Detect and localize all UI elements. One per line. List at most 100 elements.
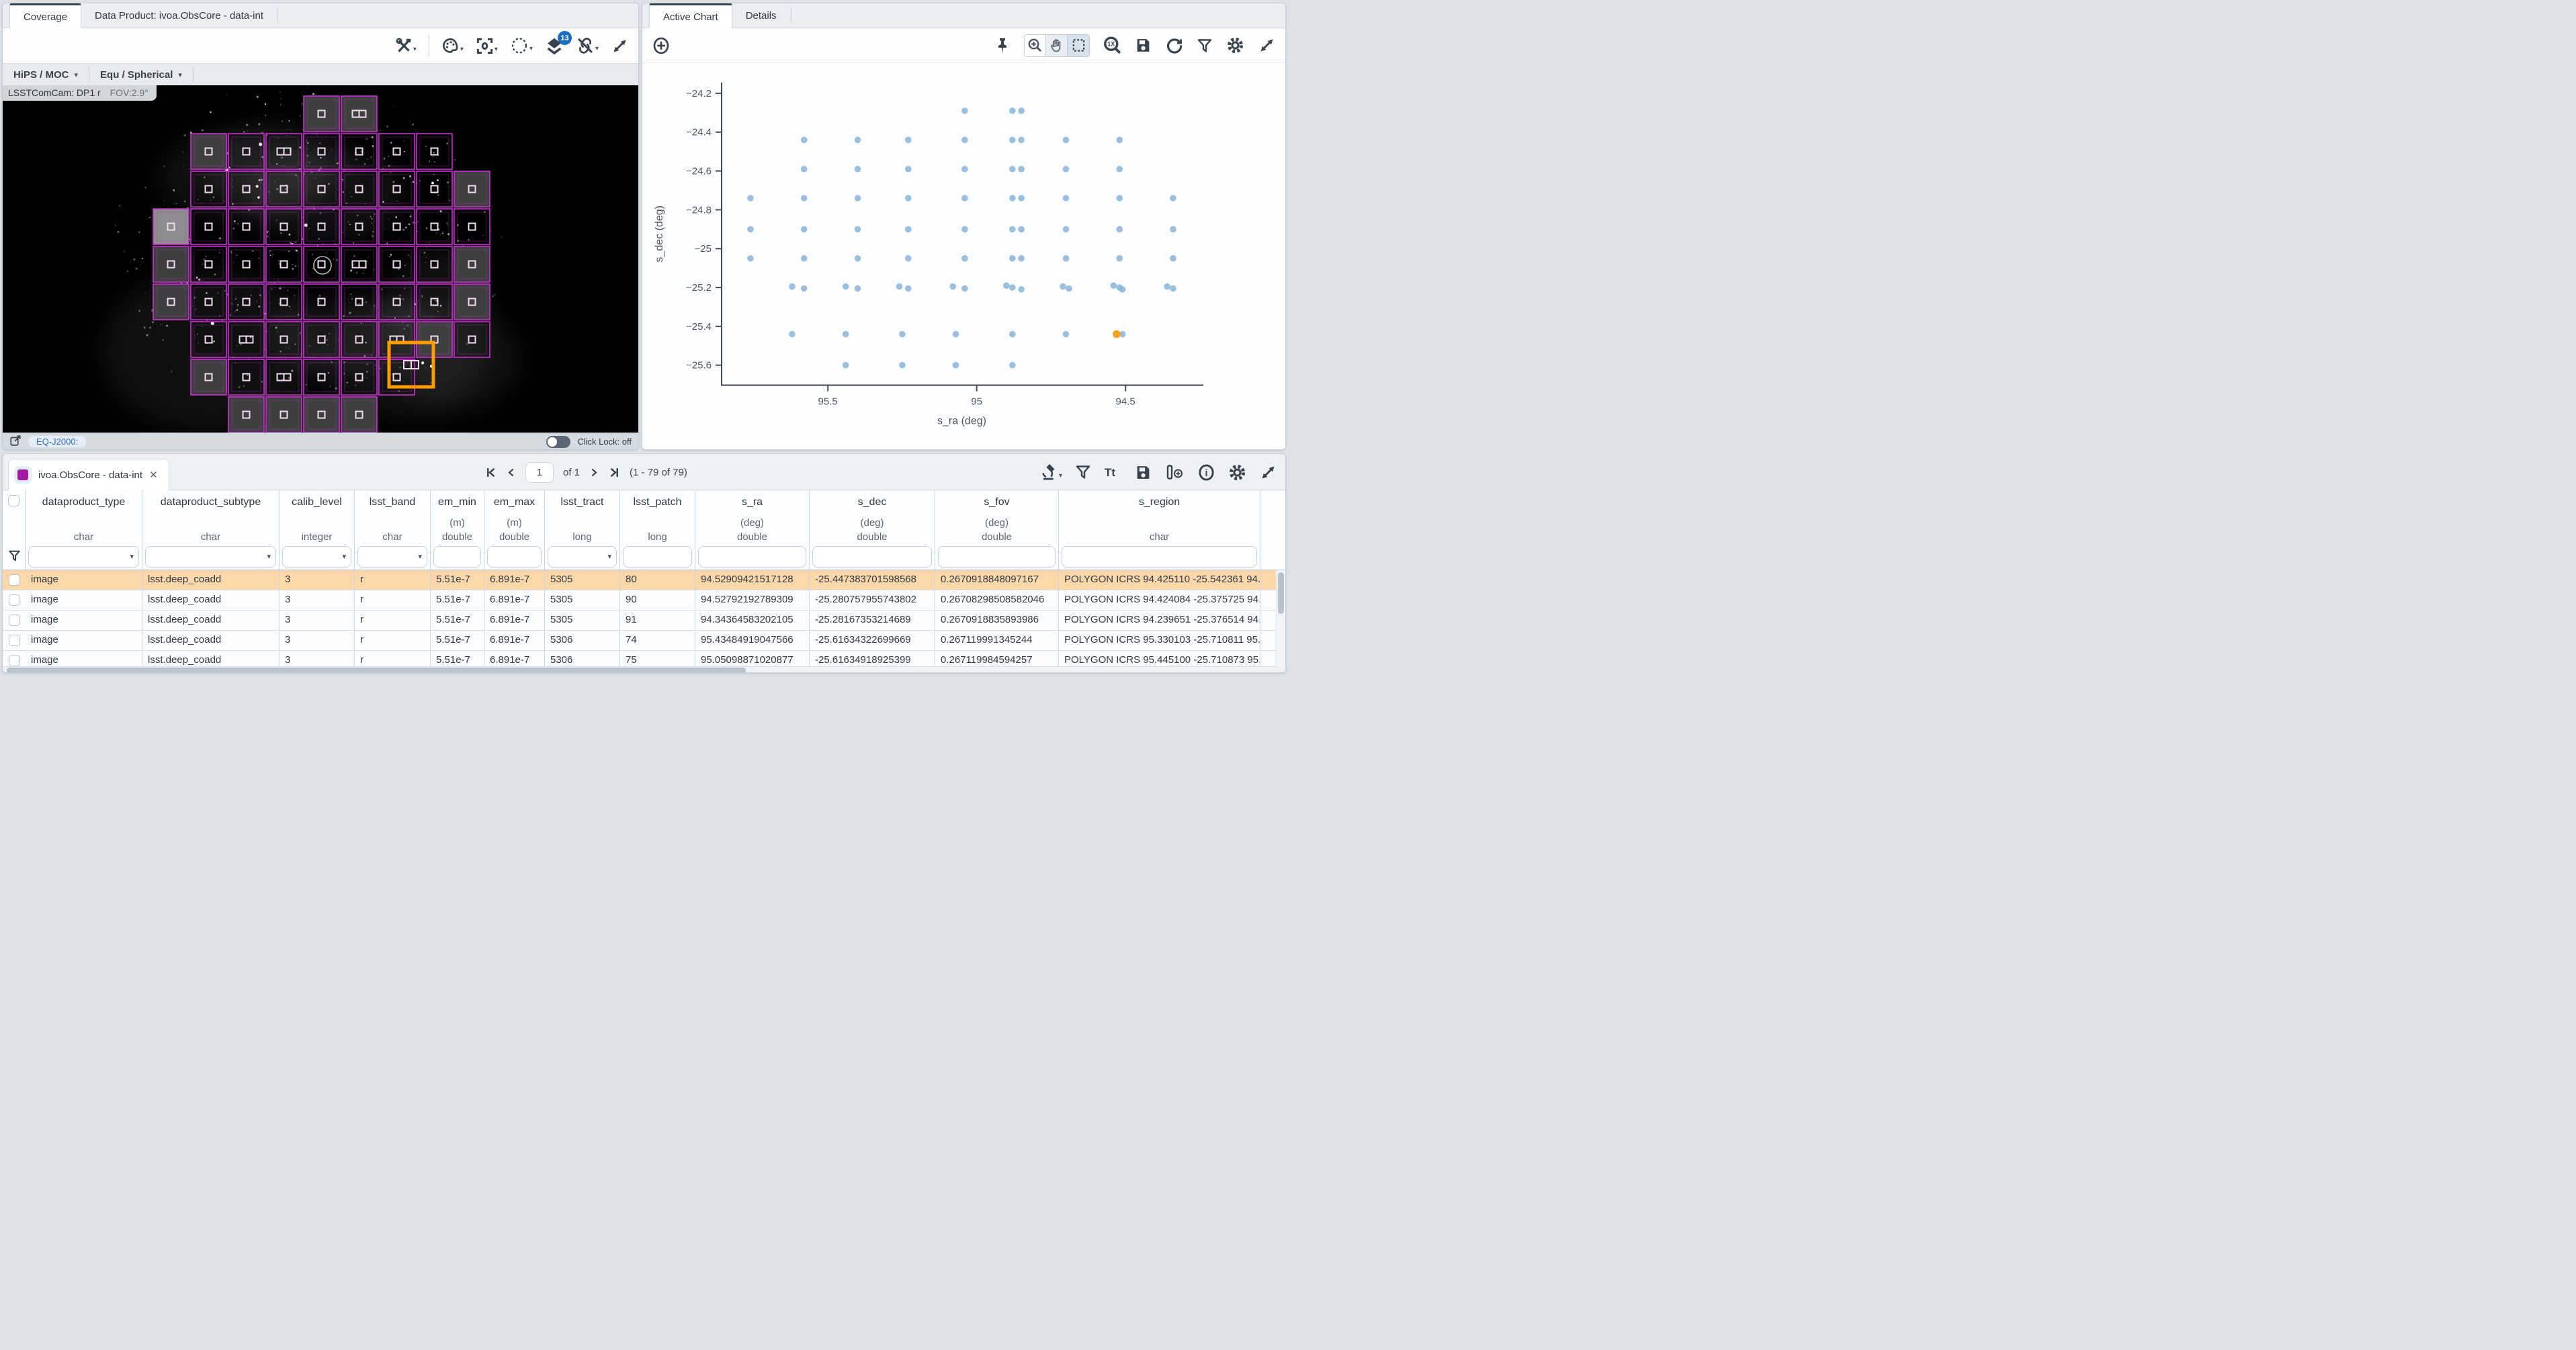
- scatter-point[interactable]: [1018, 226, 1025, 233]
- filter-chart-button[interactable]: [1197, 38, 1213, 54]
- row-checkbox[interactable]: [9, 655, 20, 666]
- scatter-point[interactable]: [905, 285, 912, 292]
- column-filter-input[interactable]: ▾: [282, 546, 351, 568]
- scatter-point[interactable]: [747, 226, 754, 233]
- cell-calib_level[interactable]: 3: [280, 570, 355, 590]
- cell-calib_level[interactable]: 3: [280, 590, 355, 610]
- cell-em_max[interactable]: 6.891e-7: [484, 611, 545, 630]
- scatter-point[interactable]: [855, 137, 861, 144]
- next-page-button[interactable]: [589, 467, 599, 478]
- scatter-point[interactable]: [1063, 195, 1070, 201]
- page-number-input[interactable]: [525, 462, 554, 483]
- column-name[interactable]: dataproduct_type: [26, 496, 142, 508]
- cell-s_fov[interactable]: 0.2670918835893986: [935, 611, 1059, 630]
- cell-s_region[interactable]: POLYGON ICRS 94.424084 -25.375725 94.: [1059, 590, 1260, 610]
- click-lock-toggle[interactable]: [546, 436, 570, 448]
- scatter-point[interactable]: [747, 195, 754, 201]
- column-name[interactable]: lsst_patch: [620, 496, 695, 508]
- cell-s_ra[interactable]: 95.05098871020877: [695, 651, 810, 666]
- cell-dataproduct_subtype[interactable]: lsst.deep_coadd: [142, 651, 280, 666]
- row-checkbox[interactable]: [9, 574, 20, 586]
- image-tools-button[interactable]: ▾: [395, 37, 417, 54]
- column-name[interactable]: lsst_band: [355, 496, 430, 508]
- close-table-icon[interactable]: ✕: [149, 469, 158, 481]
- scatter-point[interactable]: [1066, 285, 1072, 292]
- scatter-chart[interactable]: −24.2−24.4−24.6−24.8−25−25.2−25.4−25.695…: [642, 63, 1285, 449]
- cell-lsst_band[interactable]: r: [355, 611, 431, 630]
- scatter-point[interactable]: [801, 255, 808, 262]
- data-product-viewer-button[interactable]: ▾: [1040, 463, 1062, 482]
- cell-em_min[interactable]: 5.51e-7: [431, 631, 484, 650]
- tab-active-chart[interactable]: Active Chart: [649, 3, 732, 28]
- cell-dataproduct_type[interactable]: image: [26, 570, 142, 590]
- scatter-point[interactable]: [1063, 166, 1070, 173]
- column-filter-input[interactable]: [623, 546, 692, 568]
- unlink-button[interactable]: ▾: [576, 36, 599, 55]
- scatter-point[interactable]: [1018, 166, 1025, 173]
- column-name[interactable]: s_fov: [935, 496, 1058, 508]
- column-name[interactable]: calib_level: [280, 496, 354, 508]
- scatter-point[interactable]: [1009, 107, 1016, 114]
- pin-chart-button[interactable]: [994, 37, 1011, 54]
- cell-lsst_patch[interactable]: 91: [620, 611, 695, 630]
- cell-dataproduct_subtype[interactable]: lsst.deep_coadd: [142, 631, 280, 650]
- scatter-point[interactable]: [843, 331, 849, 338]
- table-info-button[interactable]: i: [1197, 463, 1215, 482]
- box-select-mode-button[interactable]: [1068, 35, 1089, 56]
- scatter-point[interactable]: [747, 255, 754, 262]
- scatter-point[interactable]: [1009, 226, 1016, 233]
- column-filter-input[interactable]: ▾: [548, 546, 617, 568]
- cell-s_fov[interactable]: 0.267119991345244: [935, 631, 1059, 650]
- row-checkbox[interactable]: [9, 615, 20, 626]
- chart-settings-button[interactable]: [1226, 36, 1244, 54]
- scatter-point[interactable]: [905, 255, 912, 262]
- scatter-point[interactable]: [1117, 166, 1123, 173]
- column-filter-input[interactable]: ▾: [357, 546, 427, 568]
- scatter-point[interactable]: [801, 285, 808, 292]
- cell-dataproduct_type[interactable]: image: [26, 631, 142, 650]
- zoom-mode-button[interactable]: [1025, 35, 1046, 56]
- scatter-point[interactable]: [1018, 286, 1025, 293]
- scatter-point[interactable]: [855, 195, 861, 201]
- cell-s_region[interactable]: POLYGON ICRS 95.330103 -25.710811 95.: [1059, 631, 1260, 650]
- scatter-point[interactable]: [801, 137, 808, 144]
- first-page-button[interactable]: [485, 467, 497, 478]
- chart-area[interactable]: −24.2−24.4−24.6−24.8−25−25.2−25.4−25.695…: [642, 63, 1285, 449]
- column-filter-input[interactable]: [1062, 546, 1257, 568]
- filter-caret-icon[interactable]: ▾: [607, 552, 611, 561]
- last-page-button[interactable]: [609, 467, 620, 478]
- scatter-point[interactable]: [896, 283, 903, 290]
- filter-caret-icon[interactable]: ▾: [342, 552, 346, 561]
- scatter-point[interactable]: [1170, 195, 1176, 201]
- scatter-point[interactable]: [905, 166, 912, 173]
- scatter-point[interactable]: [789, 331, 796, 338]
- scatter-point[interactable]: [1018, 195, 1025, 201]
- expand-chart-button[interactable]: [1258, 36, 1276, 54]
- scatter-point[interactable]: [855, 226, 861, 233]
- table-vertical-scrollbar[interactable]: [1276, 570, 1285, 668]
- scatter-point[interactable]: [953, 362, 959, 369]
- cell-dataproduct_subtype[interactable]: lsst.deep_coadd: [142, 611, 280, 630]
- table-horizontal-scrollbar[interactable]: [3, 667, 1285, 673]
- table-settings-button[interactable]: [1228, 463, 1246, 482]
- scatter-point[interactable]: [1117, 226, 1123, 233]
- cell-s_dec[interactable]: -25.447383701598568: [810, 570, 935, 590]
- cell-lsst_band[interactable]: r: [355, 590, 431, 610]
- scatter-point[interactable]: [1018, 255, 1025, 262]
- cell-s_dec[interactable]: -25.280757955743802: [810, 590, 935, 610]
- column-filter-input[interactable]: [487, 546, 542, 568]
- cell-em_min[interactable]: 5.51e-7: [431, 651, 484, 666]
- cell-s_region[interactable]: POLYGON ICRS 94.425110 -25.542361 94.: [1059, 570, 1260, 590]
- hips-moc-dropdown[interactable]: HiPS / MOC ▾: [3, 64, 89, 85]
- scatter-point[interactable]: [1170, 255, 1176, 262]
- cell-s_dec[interactable]: -25.61634918925399: [810, 651, 935, 666]
- scatter-point[interactable]: [1009, 362, 1016, 369]
- cell-lsst_tract[interactable]: 5305: [545, 611, 620, 630]
- cell-em_min[interactable]: 5.51e-7: [431, 590, 484, 610]
- scatter-point[interactable]: [1009, 331, 1016, 338]
- cell-calib_level[interactable]: 3: [280, 651, 355, 666]
- add-chart-button[interactable]: [652, 36, 671, 55]
- expand-table-button[interactable]: [1259, 463, 1277, 482]
- scatter-point[interactable]: [1003, 282, 1010, 289]
- filter-caret-icon[interactable]: ▾: [418, 552, 422, 561]
